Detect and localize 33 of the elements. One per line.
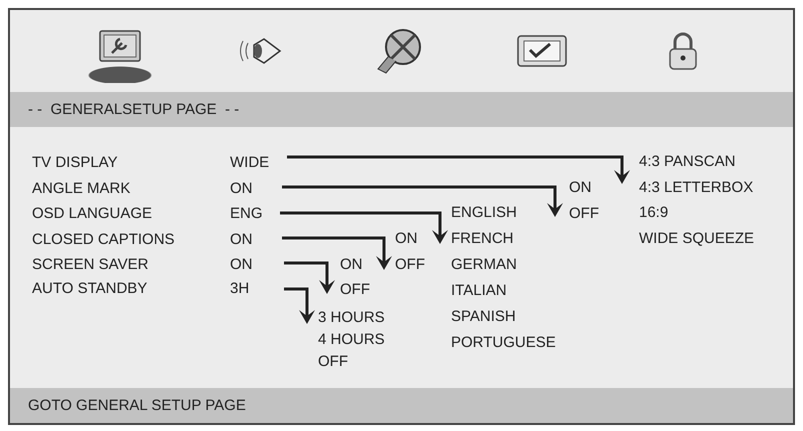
- setting-value[interactable]: ON: [230, 256, 252, 274]
- status-bar: GOTO GENERAL SETUP PAGE: [10, 388, 793, 423]
- option-text: 4:3 PANSCAN: [639, 152, 736, 172]
- option-text: OFF: [340, 280, 370, 300]
- option-text: FRENCH: [451, 229, 514, 249]
- setting-label: SCREEN SAVER: [32, 256, 150, 274]
- setting-label: ANGLE MARK: [32, 180, 132, 197]
- setting-value[interactable]: 3H: [230, 280, 250, 297]
- setting-value[interactable]: WIDE: [230, 154, 270, 172]
- page-title: - - GENERALSETUP PAGE - -: [10, 92, 793, 127]
- setting-label: AUTO STANDBY: [32, 280, 148, 297]
- option-text: OFF: [318, 352, 349, 372]
- option-text: 3 HOURS: [318, 308, 385, 328]
- setting-value[interactable]: ENG: [230, 205, 263, 222]
- option-text: SPANISH: [451, 307, 517, 327]
- option-text: OFF: [569, 204, 599, 224]
- option-text: PORTUGUESE: [451, 333, 556, 353]
- option-text: WIDE SQUEEZE: [639, 228, 754, 248]
- option-text: ITALIAN: [451, 281, 508, 301]
- setting-label: OSD LANGUAGE: [32, 205, 154, 222]
- option-text: ON: [395, 229, 418, 249]
- option-text: ON: [340, 255, 364, 275]
- setting-label: TV DISPLAY: [32, 154, 119, 172]
- option-text: 4:3 LETTERBOX: [639, 178, 754, 198]
- option-text: GERMAN: [451, 255, 518, 275]
- setting-value[interactable]: ON: [230, 180, 252, 197]
- option-text: ON: [569, 178, 592, 198]
- option-text: 16:9: [639, 203, 670, 223]
- setting-label: CLOSED CAPTIONS: [32, 230, 176, 248]
- setting-value[interactable]: ON: [230, 230, 252, 248]
- option-text: OFF: [395, 254, 425, 274]
- option-text: ENGLISH: [451, 203, 518, 223]
- option-text: 4 HOURS: [318, 330, 385, 350]
